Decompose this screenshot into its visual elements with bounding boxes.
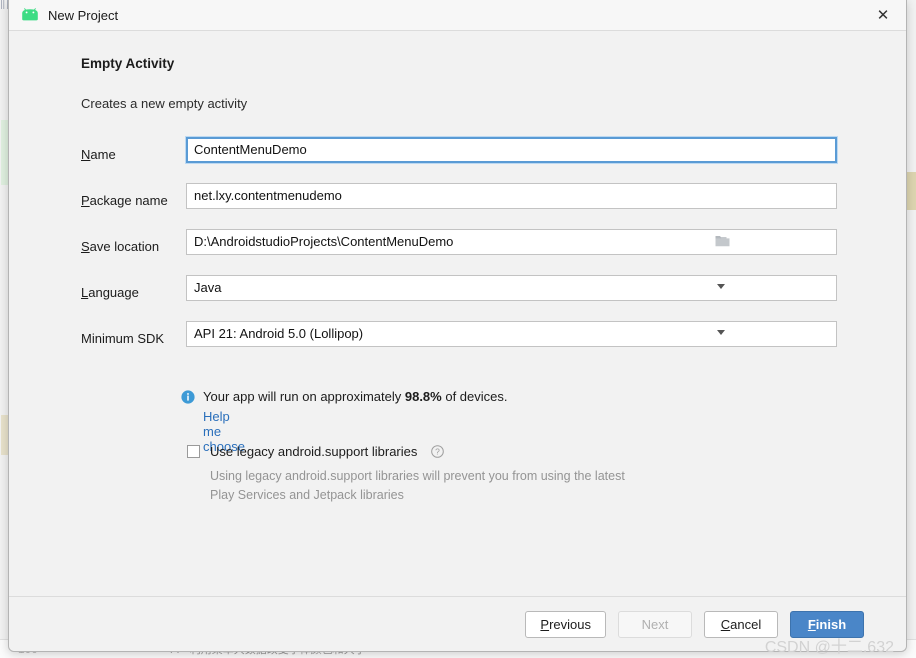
dialog-title-bar: New Project ✕ — [9, 0, 906, 31]
previous-button[interactable]: Previous — [525, 610, 606, 638]
dialog-title: New Project — [48, 7, 119, 23]
label-package-name: Package name — [81, 193, 168, 208]
legacy-libraries-description: Using legacy android.support libraries w… — [210, 469, 625, 502]
label-language: Language — [81, 285, 139, 300]
save-location-input[interactable]: D:\AndroidstudioProjects\ContentMenuDemo — [186, 229, 837, 255]
label-name: Name — [81, 147, 116, 162]
question-mark-circle-icon[interactable]: ? — [431, 445, 444, 458]
cancel-button[interactable]: Cancel — [704, 610, 778, 638]
form-row-name: Name ContentMenuDemo — [81, 135, 837, 181]
finish-button[interactable]: Finish — [790, 610, 864, 638]
close-icon[interactable]: ✕ — [860, 0, 906, 29]
page-title: Empty Activity — [81, 56, 175, 71]
dialog-body: Empty Activity Creates a new empty activ… — [9, 31, 906, 596]
language-input[interactable]: Java — [186, 275, 837, 301]
form-row-package-name: Package name net.lxy.contentmenudemo — [81, 181, 837, 227]
coverage-text-after: of devices. — [441, 389, 508, 404]
use-legacy-libraries-checkbox[interactable] — [187, 445, 200, 458]
form-row-minimum-sdk: Minimum SDK API 21: Android 5.0 (Lollipop… — [81, 319, 837, 365]
project-form: Name ContentMenuDemo Package name net.lxy.c… — [81, 135, 837, 365]
form-row-language: Language Java — [81, 273, 837, 319]
package-name-input[interactable]: net.lxy.contentmenudemo — [186, 183, 837, 209]
next-button: Next — [618, 610, 692, 638]
background-marker-tan — [1, 415, 8, 455]
name-input[interactable]: ContentMenuDemo — [186, 137, 837, 163]
android-robot-icon — [22, 8, 38, 21]
coverage-text-before: Your app will run on approximately — [203, 389, 405, 404]
page-subtitle: Creates a new empty activity — [81, 96, 248, 111]
folder-browse-icon[interactable] — [715, 235, 730, 247]
label-save-location: Save location — [81, 239, 160, 254]
minimum-sdk-input[interactable]: API 21: Android 5.0 (Lollipop) — [186, 321, 837, 347]
background-marker-green — [1, 120, 8, 185]
use-legacy-libraries-label[interactable]: Use legacy android.support libraries — [210, 444, 417, 459]
device-coverage-text: Your app will run on approximately 98.8%… — [203, 389, 508, 404]
label-minimum-sdk: Minimum SDK — [81, 331, 165, 346]
svg-text:?: ? — [435, 447, 440, 457]
dialog-footer: Previous Next Cancel Finish CSDN @十二.632 — [9, 596, 906, 656]
info-circle-icon — [181, 390, 195, 404]
language-chevron-down-icon[interactable] — [717, 284, 725, 289]
new-project-dialog: New Project ✕ Empty Activity Creates a n… — [8, 0, 907, 656]
coverage-percent: 98.8% — [404, 389, 442, 404]
form-row-save-location: Save location D:\AndroidstudioProjects\Co… — [81, 227, 837, 273]
minimum-sdk-chevron-down-icon[interactable] — [717, 330, 725, 335]
